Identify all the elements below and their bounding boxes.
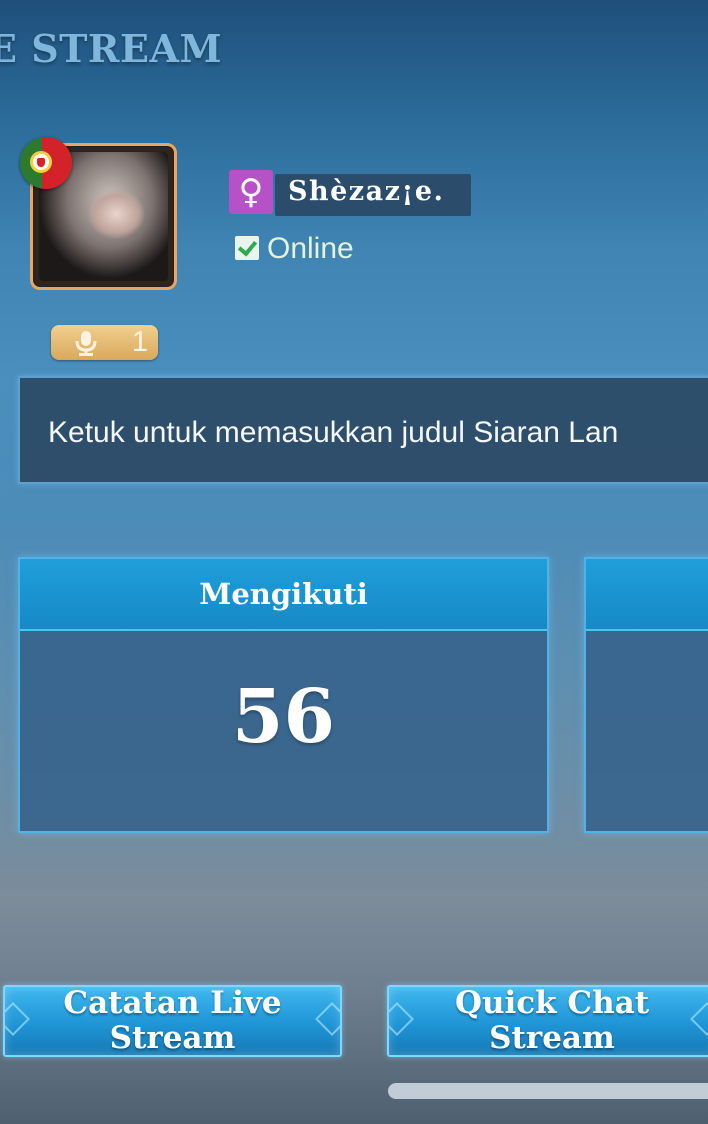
page-title: E STREAM [0, 26, 223, 71]
horizontal-scrollbar[interactable] [388, 1083, 708, 1099]
quick-chat-stream-button[interactable]: Quick Chat Stream [387, 985, 708, 1057]
player-name: Shèzaz¡e. [288, 176, 445, 207]
second-stat-card-header [586, 559, 708, 631]
female-icon: ♀ [229, 170, 273, 214]
online-status: Online [267, 232, 354, 265]
live-stream-history-button[interactable]: Catatan Live Stream [3, 985, 342, 1057]
stream-title-input[interactable]: Ketuk untuk memasukkan judul Siaran Lan [18, 376, 708, 484]
second-stat-card[interactable] [584, 557, 708, 833]
live-stream-history-label: Catatan Live Stream [63, 985, 282, 1056]
microphone-icon [75, 331, 97, 356]
following-count: 56 [232, 674, 335, 760]
following-card[interactable]: Mengikuti 56 [18, 557, 549, 833]
flag-emblem [30, 151, 52, 173]
quick-chat-stream-label: Quick Chat Stream [454, 985, 650, 1056]
mic-badge: 1 [51, 325, 158, 360]
mic-count: 1 [131, 326, 148, 358]
following-card-header: Mengikuti [20, 559, 547, 631]
following-label: Mengikuti [199, 577, 368, 611]
portugal-flag-icon [20, 137, 72, 189]
online-check-icon [235, 236, 259, 260]
stream-title-placeholder: Ketuk untuk memasukkan judul Siaran Lan [48, 416, 619, 449]
